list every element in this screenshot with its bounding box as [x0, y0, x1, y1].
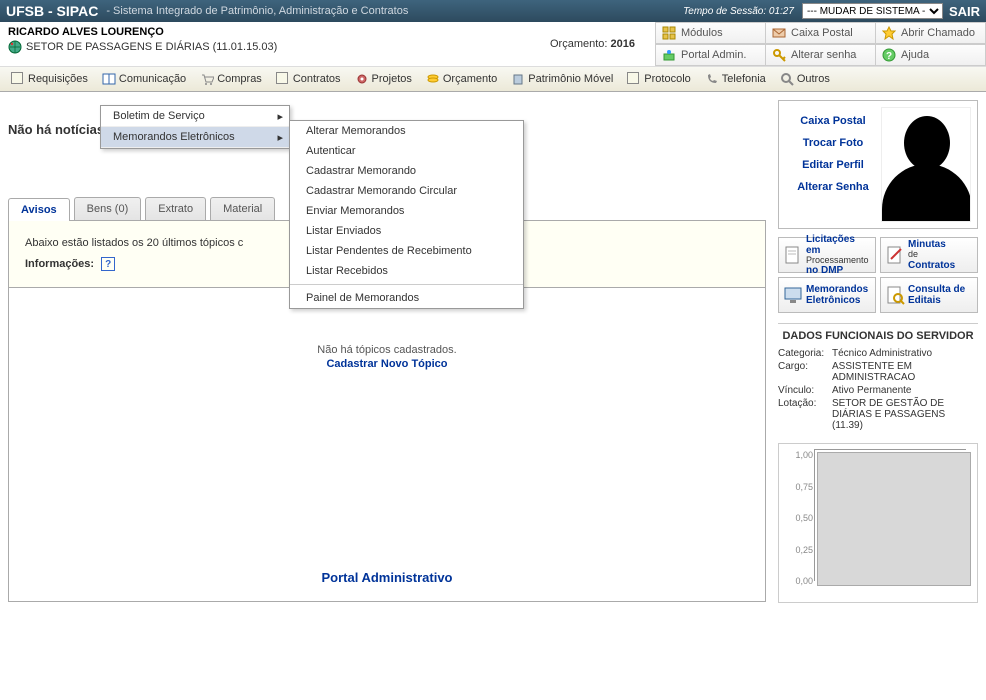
- system-select[interactable]: --- MUDAR DE SISTEMA -: [802, 3, 943, 19]
- chart-y-axis: 1,00 0,75 0,50 0,25 0,00: [783, 450, 813, 586]
- cart-icon: [200, 72, 214, 86]
- submenu-painel[interactable]: Painel de Memorandos: [290, 288, 523, 308]
- btn-memorandos[interactable]: MemorandosEletrônicos: [778, 277, 876, 313]
- gear-icon: [355, 72, 369, 86]
- user-dept: SETOR DE PASSAGENS E DIÁRIAS (11.01.15.0…: [8, 40, 542, 54]
- menu-bar: Requisições Comunicação Compras Contrato…: [0, 66, 986, 92]
- link-caixa-postal[interactable]: Caixa Postal: [766, 22, 876, 44]
- submenu-item[interactable]: Cadastrar Memorando: [290, 161, 523, 181]
- no-topics: Não há tópicos cadastrados.: [25, 344, 749, 356]
- submenu-item[interactable]: Listar Enviados: [290, 221, 523, 241]
- btn-minutas[interactable]: MinutasdeContratos: [880, 237, 978, 273]
- exit-link[interactable]: SAIR: [949, 4, 980, 19]
- help-icon: ?: [882, 48, 896, 62]
- chevron-right-icon: ▸: [277, 110, 283, 123]
- doc-icon: [276, 72, 290, 86]
- tab-content-lower: Não há tópicos cadastrados. Cadastrar No…: [8, 288, 766, 602]
- submenu-item[interactable]: Listar Recebidos: [290, 261, 523, 281]
- phone-icon: [705, 72, 719, 86]
- profile-editar[interactable]: Editar Perfil: [785, 159, 881, 171]
- svg-text:?: ?: [886, 51, 892, 62]
- globe-icon: [8, 40, 22, 54]
- menu-patrimonio[interactable]: Patrimônio Móvel: [506, 70, 618, 88]
- link-modulos[interactable]: Módulos: [656, 22, 766, 44]
- menu-orcamento[interactable]: Orçamento: [421, 70, 502, 88]
- menu-telefonia[interactable]: Telefonia: [700, 70, 771, 88]
- book-icon: [102, 72, 116, 86]
- submenu-memorandos[interactable]: Memorandos Eletrônicos▸: [101, 127, 289, 148]
- key-icon: [772, 48, 786, 62]
- pen-icon: [885, 245, 905, 265]
- mailbox-icon: [772, 26, 786, 40]
- menu-compras[interactable]: Compras: [195, 70, 267, 88]
- link-portal-admin[interactable]: Portal Admin.: [656, 44, 766, 66]
- submenu-comunicacao: Boletim de Serviço▸ Memorandos Eletrônic…: [100, 105, 290, 149]
- panel-buttons: Licitações emProcessamentono DMP Minutas…: [778, 237, 978, 313]
- submenu-memorandos-items: Alterar Memorandos Autenticar Cadastrar …: [289, 120, 524, 309]
- submenu-boletim[interactable]: Boletim de Serviço▸: [101, 106, 289, 127]
- doc-icon: [627, 72, 641, 86]
- coins-icon: [426, 72, 440, 86]
- chevron-right-icon: ▸: [277, 131, 283, 144]
- top-bar: UFSB - SIPAC - Sistema Integrado de Patr…: [0, 0, 986, 22]
- brand: UFSB - SIPAC: [6, 3, 98, 19]
- menu-protocolo[interactable]: Protocolo: [622, 70, 695, 88]
- doc-icon: [783, 245, 803, 265]
- search-doc-icon: [885, 285, 905, 305]
- tab-material[interactable]: Material: [210, 197, 275, 220]
- dados-funcionais: DADOS FUNCIONAIS DO SERVIDOR Categoria:T…: [778, 323, 978, 431]
- chart-panel: 1,00 0,75 0,50 0,25 0,00: [778, 443, 978, 603]
- portal-icon: [662, 48, 676, 62]
- portal-admin-link[interactable]: Portal Administrativo: [25, 570, 749, 585]
- star-icon: [882, 26, 896, 40]
- link-abrir-chamado[interactable]: Abrir Chamado: [876, 22, 986, 44]
- profile-senha[interactable]: Alterar Senha: [785, 181, 881, 193]
- menu-outros[interactable]: Outros: [775, 70, 835, 88]
- session-label: Tempo de Sessão: 01:27: [683, 6, 794, 17]
- user-row: RICARDO ALVES LOURENÇO SETOR DE PASSAGEN…: [0, 22, 986, 66]
- link-alterar-senha[interactable]: Alterar senha: [766, 44, 876, 66]
- menu-projetos[interactable]: Projetos: [350, 70, 417, 88]
- submenu-item[interactable]: Cadastrar Memorando Circular: [290, 181, 523, 201]
- chart-plot-area: [817, 452, 971, 586]
- budget-label: Orçamento: 2016: [550, 38, 635, 50]
- dados-title: DADOS FUNCIONAIS DO SERVIDOR: [778, 330, 978, 342]
- tab-extrato[interactable]: Extrato: [145, 197, 206, 220]
- subtitle: - Sistema Integrado de Patrimônio, Admin…: [106, 5, 408, 17]
- quick-links: Módulos Caixa Postal Abrir Chamado Porta…: [655, 22, 986, 66]
- profile-trocar-foto[interactable]: Trocar Foto: [785, 137, 881, 149]
- profile-box: Caixa Postal Trocar Foto Editar Perfil A…: [778, 100, 978, 229]
- search-icon: [780, 72, 794, 86]
- btn-licitacoes[interactable]: Licitações emProcessamentono DMP: [778, 237, 876, 273]
- link-ajuda[interactable]: ? Ajuda: [876, 44, 986, 66]
- user-name: RICARDO ALVES LOURENÇO: [8, 26, 542, 38]
- submenu-item[interactable]: Enviar Memorandos: [290, 201, 523, 221]
- building-icon: [511, 72, 525, 86]
- btn-consulta-editais[interactable]: Consulta deEditais: [880, 277, 978, 313]
- submenu-item[interactable]: Listar Pendentes de Recebimento: [290, 241, 523, 261]
- menu-requisicoes[interactable]: Requisições: [6, 70, 93, 88]
- profile-caixa[interactable]: Caixa Postal: [785, 115, 881, 127]
- submenu-item[interactable]: Alterar Memorandos: [290, 121, 523, 141]
- submenu-item[interactable]: Autenticar: [290, 141, 523, 161]
- menu-contratos[interactable]: Contratos: [271, 70, 346, 88]
- modules-icon: [662, 26, 676, 40]
- monitor-icon: [783, 285, 803, 305]
- cadastrar-topico-link[interactable]: Cadastrar Novo Tópico: [25, 358, 749, 370]
- help-icon[interactable]: ?: [101, 257, 115, 271]
- tab-bens[interactable]: Bens (0): [74, 197, 142, 220]
- doc-icon: [11, 72, 25, 86]
- tab-avisos[interactable]: Avisos: [8, 198, 70, 221]
- menu-comunicacao[interactable]: Comunicação: [97, 70, 191, 88]
- avatar: [881, 107, 971, 222]
